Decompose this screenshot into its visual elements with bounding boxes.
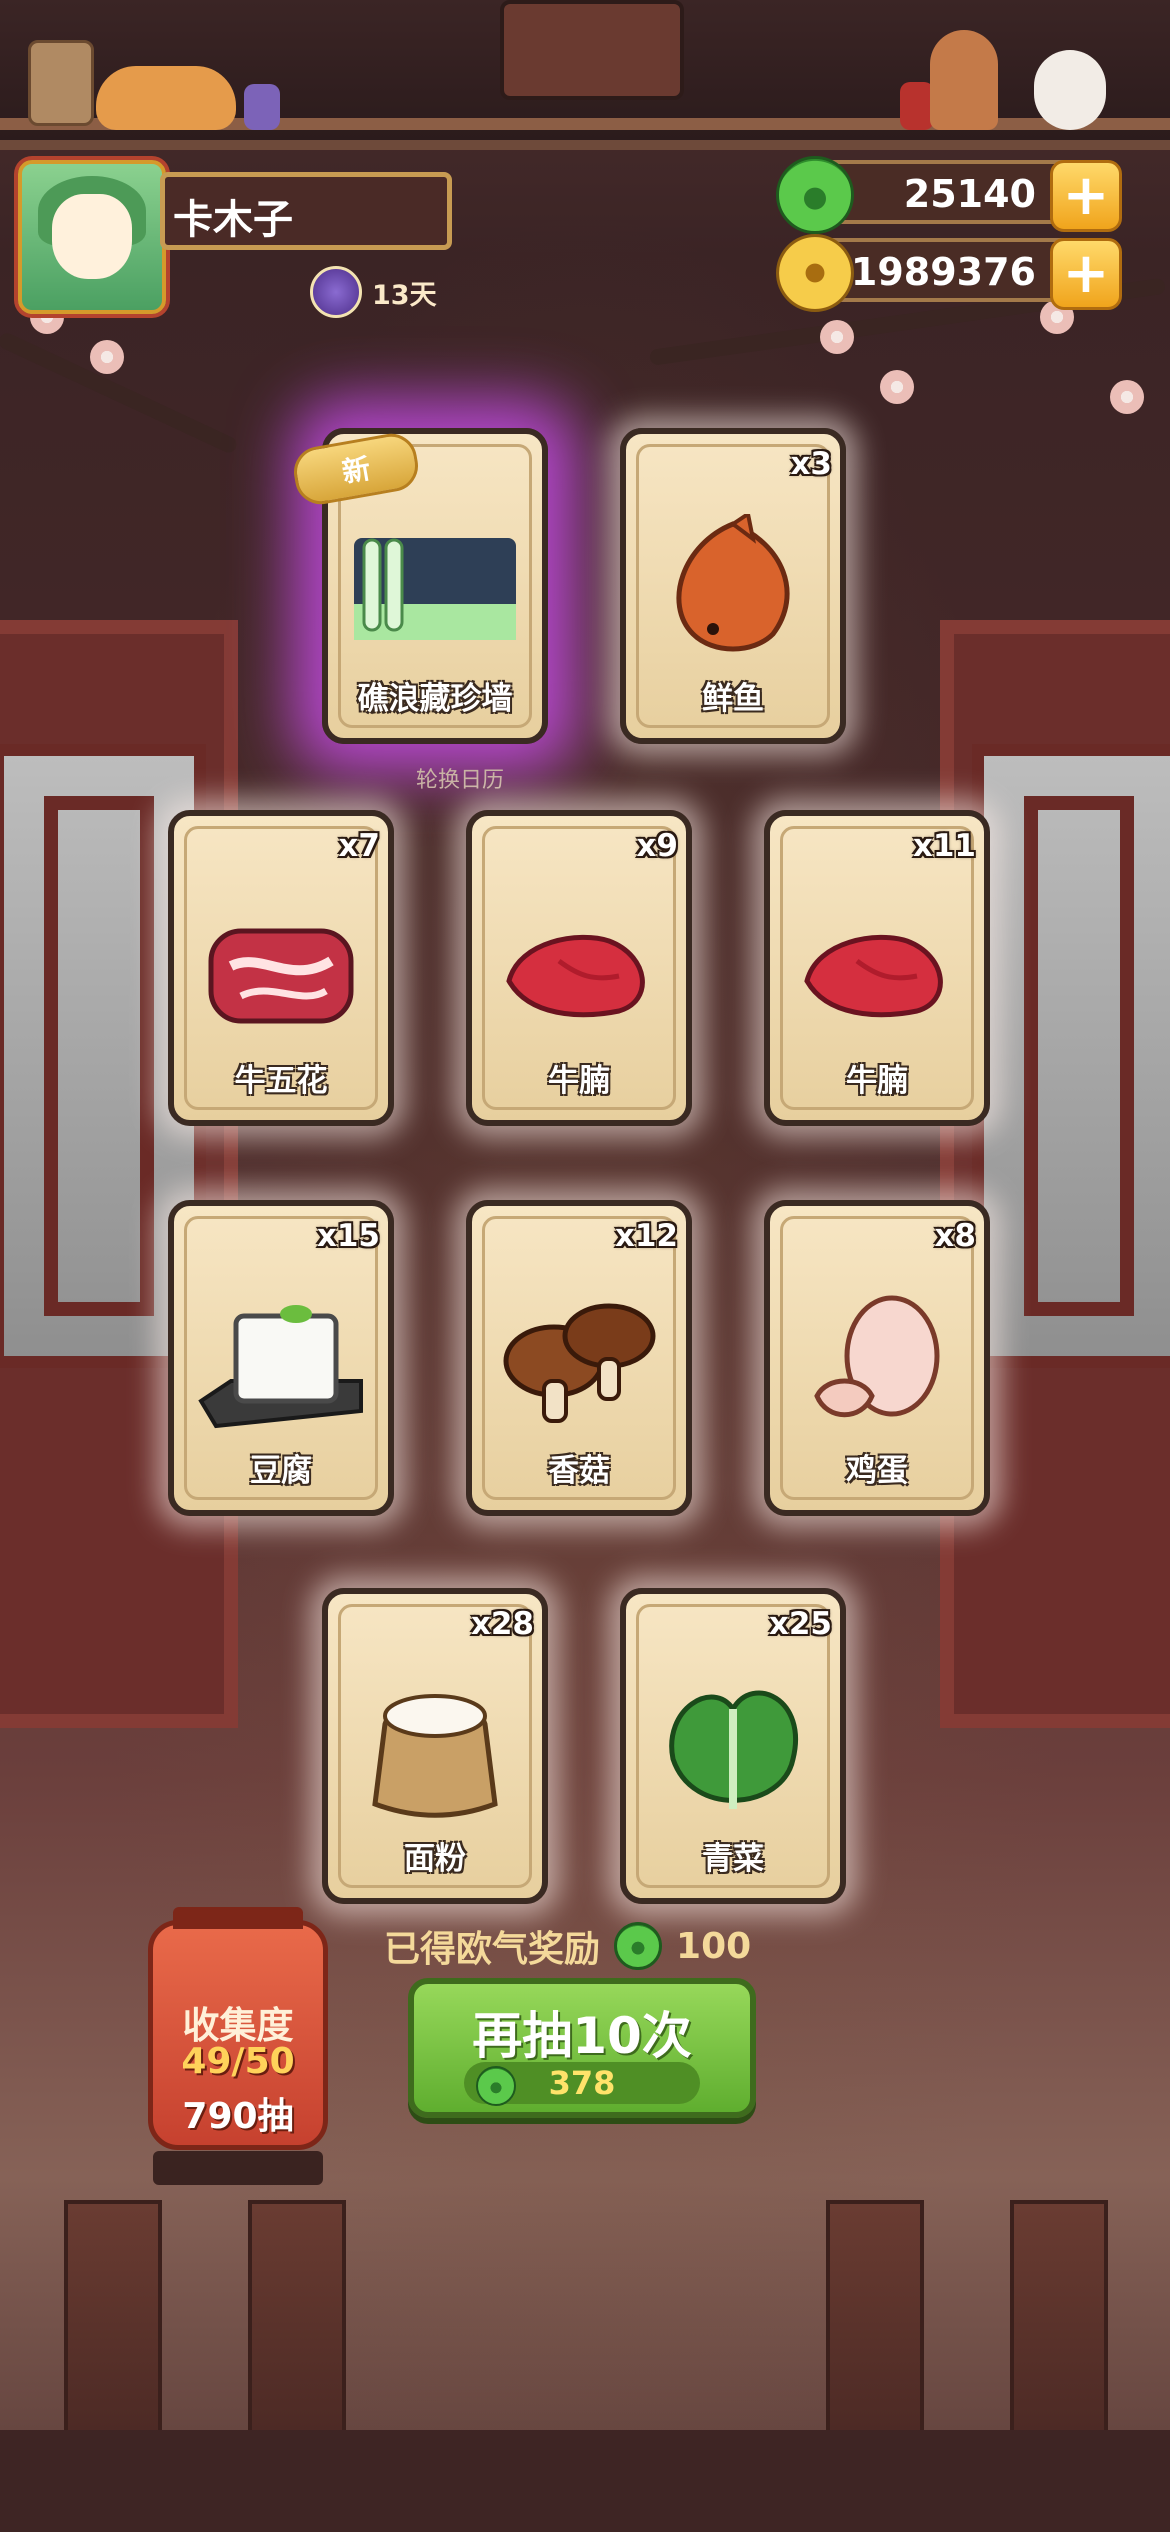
card-count: x9 xyxy=(636,828,678,864)
card-count: x25 xyxy=(768,1606,832,1642)
reward-card[interactable]: x7 牛五花 xyxy=(168,810,394,1126)
flour-icon xyxy=(328,1664,542,1834)
login-days: 13天 xyxy=(310,266,437,318)
draw-cost-value: 378 xyxy=(548,2064,616,2102)
reward-card[interactable]: 新 礁浪藏珍墙 xyxy=(289,428,548,744)
card-label: 鲜鱼 xyxy=(702,681,764,717)
coin-currency: 1989376 + xyxy=(776,234,1122,312)
card-label: 面粉 xyxy=(404,1841,466,1877)
tofu-icon xyxy=(174,1276,388,1446)
card-count: x8 xyxy=(934,1218,976,1254)
calendar-label: 轮换日历 xyxy=(416,768,505,793)
beef-belly-icon xyxy=(174,886,388,1056)
blossom-icon xyxy=(880,370,914,404)
fence-post xyxy=(826,2200,924,2448)
old-man-figure-icon xyxy=(930,30,998,130)
door-right xyxy=(940,620,1170,1728)
fish-icon xyxy=(626,504,840,674)
reward-label: 已得欧气奖励 xyxy=(384,1929,601,1970)
card-label: 牛腩 xyxy=(548,1063,610,1099)
collection-lantern[interactable]: 收集度 49/50 790抽 xyxy=(148,1907,328,2185)
floor xyxy=(0,2430,1170,2532)
reward-card[interactable]: x12 香菇 xyxy=(466,1200,692,1516)
reward-card[interactable]: x9 牛腩 xyxy=(466,810,692,1126)
add-jade-button[interactable]: + xyxy=(1050,160,1122,232)
door-left xyxy=(0,620,238,1728)
red-jar-icon xyxy=(900,82,934,130)
reward-card[interactable]: x3 鲜鱼 xyxy=(620,428,846,744)
scroll-decor-icon xyxy=(28,40,94,126)
reward-card[interactable]: x15 豆腐 xyxy=(168,1200,394,1516)
pet-avatar-icon xyxy=(310,266,362,318)
card-label: 香菇 xyxy=(548,1453,610,1489)
jade-coin-icon xyxy=(614,1922,663,1970)
jade-amount: 25140 xyxy=(903,172,1036,216)
fence-post xyxy=(1010,2200,1108,2448)
cat-sleeping-icon xyxy=(96,66,236,130)
card-count: x15 xyxy=(316,1218,380,1254)
card-count: x28 xyxy=(470,1606,534,1642)
coin-amount: 1989376 xyxy=(850,250,1036,294)
reward-line: 已得欧气奖励 100 xyxy=(384,1920,751,1972)
collection-pulls: 790抽 xyxy=(182,2096,294,2137)
blossom-icon xyxy=(820,320,854,354)
reward-card[interactable]: x25 青菜 xyxy=(620,1588,846,1904)
reward-card[interactable]: x11 牛腩 xyxy=(764,810,990,1126)
card-count: x12 xyxy=(614,1218,678,1254)
draw-cost: 378 xyxy=(464,2062,700,2106)
card-count: x11 xyxy=(912,828,976,864)
player-name: 卡木子 xyxy=(173,197,293,243)
hanging-portrait-icon xyxy=(500,0,684,100)
player-name-box[interactable]: 卡木子 xyxy=(160,172,452,250)
egg-icon xyxy=(770,1276,984,1446)
wall-decor-icon xyxy=(328,504,542,674)
jade-currency: 25140 + xyxy=(776,156,1122,234)
card-label: 牛腩 xyxy=(846,1063,908,1099)
collection-progress: 49/50 xyxy=(181,2041,295,2082)
days-count: 13天 xyxy=(372,279,437,311)
player-avatar[interactable] xyxy=(18,160,166,314)
mushroom-icon xyxy=(472,1276,686,1446)
blossom-icon xyxy=(90,340,124,374)
fence-post xyxy=(64,2200,162,2448)
purple-jar-icon xyxy=(244,84,280,130)
white-cat-icon xyxy=(1034,50,1106,130)
card-label: 豆腐 xyxy=(250,1453,312,1489)
gold-coin-icon xyxy=(776,234,854,312)
draw-10-button[interactable]: 再抽10次 378 xyxy=(408,1978,756,2118)
card-label: 鸡蛋 xyxy=(846,1453,908,1489)
reward-value: 100 xyxy=(676,1925,752,1967)
add-coin-button[interactable]: + xyxy=(1050,238,1122,310)
reward-card[interactable]: x8 鸡蛋 xyxy=(764,1200,990,1516)
reward-card[interactable]: x28 面粉 xyxy=(322,1588,548,1904)
card-count: x7 xyxy=(338,828,380,864)
draw-label: 再抽10次 xyxy=(472,2007,692,2065)
beef-brisket-icon xyxy=(472,886,686,1056)
card-label: 礁浪藏珍墙 xyxy=(357,681,513,717)
card-label: 牛五花 xyxy=(234,1063,328,1099)
card-count: x3 xyxy=(790,446,832,482)
beef-brisket-icon xyxy=(770,886,984,1056)
blossom-icon xyxy=(1110,380,1144,414)
fence-post xyxy=(248,2200,346,2448)
card-label: 青菜 xyxy=(702,1841,764,1877)
greens-icon xyxy=(626,1664,840,1834)
jade-coin-icon xyxy=(776,156,854,234)
